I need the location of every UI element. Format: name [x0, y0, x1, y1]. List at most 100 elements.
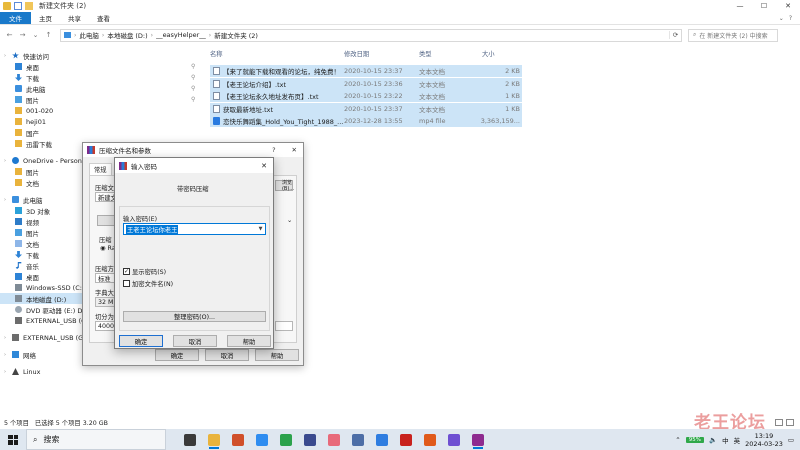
minimize-button[interactable]: —: [728, 0, 752, 12]
tab-share[interactable]: 共享: [60, 12, 89, 24]
text-file-icon: [213, 92, 220, 100]
help-button[interactable]: 帮助: [227, 335, 271, 347]
chevron-right-icon[interactable]: ›: [4, 352, 10, 358]
taskbar-app[interactable]: [274, 429, 298, 450]
taskbar-app[interactable]: [346, 429, 370, 450]
chevron-down-icon[interactable]: ⌄: [779, 15, 784, 22]
close-icon[interactable]: ✕: [292, 146, 297, 154]
tab-general[interactable]: 常规: [89, 163, 112, 175]
maximize-button[interactable]: ☐: [752, 0, 776, 12]
taskbar-app[interactable]: [250, 429, 274, 450]
baidu-netdisk-icon: [376, 433, 388, 446]
file-row[interactable]: 【来了就能下载和观看的论坛，纯免费！ 2020-10-15 23:37 文本文档 2 …: [210, 65, 522, 77]
file-date: 2020-10-15 23:37: [344, 104, 403, 113]
folder-icon[interactable]: [3, 2, 11, 10]
chevron-right-icon[interactable]: ›: [4, 197, 10, 203]
language-indicator[interactable]: 英: [734, 435, 741, 445]
password-value: 王老王论坛你老王: [126, 224, 179, 234]
nav-item-label: EXTERNAL_USB (G:): [23, 333, 88, 342]
split-unit-select[interactable]: [275, 321, 293, 331]
ime-indicator[interactable]: 中: [722, 435, 729, 445]
address-bar[interactable]: › 此电脑 › 本地磁盘 (D:) › __easyHelper__ › 新建文…: [60, 28, 682, 42]
password-input[interactable]: 王老王论坛你老王 ▼: [123, 223, 266, 235]
nav-item[interactable]: 桌面 ⚲: [0, 61, 205, 72]
taskbar-app[interactable]: [298, 429, 322, 450]
cancel-button[interactable]: 取消: [205, 349, 249, 361]
taskbar-app[interactable]: [322, 429, 346, 450]
nav-item[interactable]: 图片 ⚲: [0, 94, 205, 105]
taskbar-search[interactable]: ⌕ 搜索: [26, 429, 166, 450]
taskbar-app[interactable]: [370, 429, 394, 450]
column-header-name[interactable]: 名称: [210, 49, 223, 58]
nav-item[interactable]: 国产: [0, 127, 205, 138]
back-button[interactable]: ←: [4, 29, 15, 41]
3d-objects-icon: [15, 207, 22, 214]
nav-item[interactable]: 下载 ⚲: [0, 72, 205, 83]
taskbar-app[interactable]: [418, 429, 442, 450]
archive-name-label: 压缩文: [95, 185, 114, 192]
encrypt-filenames-checkbox[interactable]: 加密文件名(N): [123, 279, 173, 288]
taskbar-app[interactable]: [394, 429, 418, 450]
tab-file[interactable]: 文件: [0, 12, 31, 24]
chevron-right-icon[interactable]: ›: [4, 158, 10, 164]
help-button[interactable]: 帮助: [255, 349, 299, 361]
battery-indicator[interactable]: 95%: [685, 436, 704, 443]
breadcrumb-easyhelper[interactable]: __easyHelper__: [156, 31, 206, 39]
notifications-icon[interactable]: ▭: [788, 436, 794, 444]
start-button[interactable]: [0, 429, 26, 450]
nav-item[interactable]: heji01: [0, 116, 205, 127]
ok-button[interactable]: 确定: [155, 349, 199, 361]
ok-button[interactable]: 确定: [119, 335, 163, 347]
up-button[interactable]: ↑: [43, 29, 54, 41]
taskbar-app[interactable]: [202, 429, 226, 450]
breadcrumb-this-pc[interactable]: 此电脑: [79, 30, 99, 40]
taskbar-app[interactable]: [226, 429, 250, 450]
nav-item[interactable]: 此电脑 ⚲: [0, 83, 205, 94]
breadcrumb-current-folder[interactable]: 新建文件夹 (2): [214, 30, 258, 40]
taskbar-app[interactable]: [442, 429, 466, 450]
recent-locations-button[interactable]: ⌄: [30, 29, 41, 41]
file-row[interactable]: 【老王论坛永久地址发布页】.txt 2020-10-15 23:22 文本文档 1 K…: [210, 90, 522, 102]
chevron-up-icon[interactable]: ⌃: [675, 436, 680, 444]
help-icon[interactable]: ?: [789, 15, 792, 22]
computer-icon: [64, 32, 71, 38]
tab-view[interactable]: 查看: [89, 12, 118, 24]
file-row[interactable]: 获取最新地址.txt 2020-10-15 23:37 文本文档 1 KB: [210, 102, 522, 115]
file-row[interactable]: 恋快乐舞蹈集_Hold_You_Tight_1988_... 2023-12-28…: [210, 115, 522, 127]
organize-passwords-button[interactable]: 整理密码(O)...: [123, 311, 266, 322]
cancel-button[interactable]: 取消: [173, 335, 217, 347]
chevron-down-icon[interactable]: ▼: [256, 226, 265, 232]
column-header-type[interactable]: 类型: [419, 49, 432, 58]
file-name: 【老王论坛永久地址发布页】.txt: [223, 93, 319, 101]
details-view-icon[interactable]: [775, 419, 783, 426]
breadcrumb-drive-d[interactable]: 本地磁盘 (D:): [107, 30, 147, 40]
file-row[interactable]: 【老王论坛介绍】.txt 2020-10-15 23:36 文本文档 2 KB: [210, 77, 522, 90]
taskbar-app[interactable]: [178, 429, 202, 450]
chevron-down-icon[interactable]: ⌄: [287, 217, 292, 224]
large-icons-view-icon[interactable]: [786, 419, 794, 426]
chevron-right-icon[interactable]: ›: [4, 369, 10, 375]
taskbar-app[interactable]: [466, 429, 490, 450]
forward-button[interactable]: →: [17, 29, 28, 41]
clock[interactable]: 13:19 2024-03-23: [745, 432, 783, 448]
tab-home[interactable]: 主页: [31, 12, 60, 24]
volume-icon[interactable]: 🔈: [709, 436, 717, 444]
help-icon[interactable]: ?: [272, 146, 275, 154]
close-icon[interactable]: ✕: [261, 162, 267, 170]
chevron-right-icon[interactable]: ›: [4, 335, 10, 341]
nav-item[interactable]: › 快速访问: [0, 50, 205, 61]
browse-button[interactable]: 浏览(B)...: [275, 180, 294, 192]
search-input[interactable]: ⌕ 在 新建文件夹 (2) 中搜索: [688, 28, 778, 42]
nav-item[interactable]: › Linux: [0, 366, 205, 377]
dialog-tabs: 常规: [89, 163, 112, 175]
refresh-icon[interactable]: ⟳: [669, 31, 681, 39]
column-header-date[interactable]: 修改日期: [344, 49, 369, 58]
chevron-right-icon[interactable]: ›: [4, 53, 10, 59]
new-folder-icon[interactable]: [25, 2, 33, 10]
nav-item-label: 文档: [26, 179, 39, 188]
close-button[interactable]: ✕: [776, 0, 800, 12]
show-password-checkbox[interactable]: ✓ 显示密码(S): [123, 267, 166, 276]
nav-item[interactable]: 001-020: [0, 105, 205, 116]
column-header-size[interactable]: 大小: [482, 49, 495, 58]
properties-icon[interactable]: [14, 2, 22, 10]
